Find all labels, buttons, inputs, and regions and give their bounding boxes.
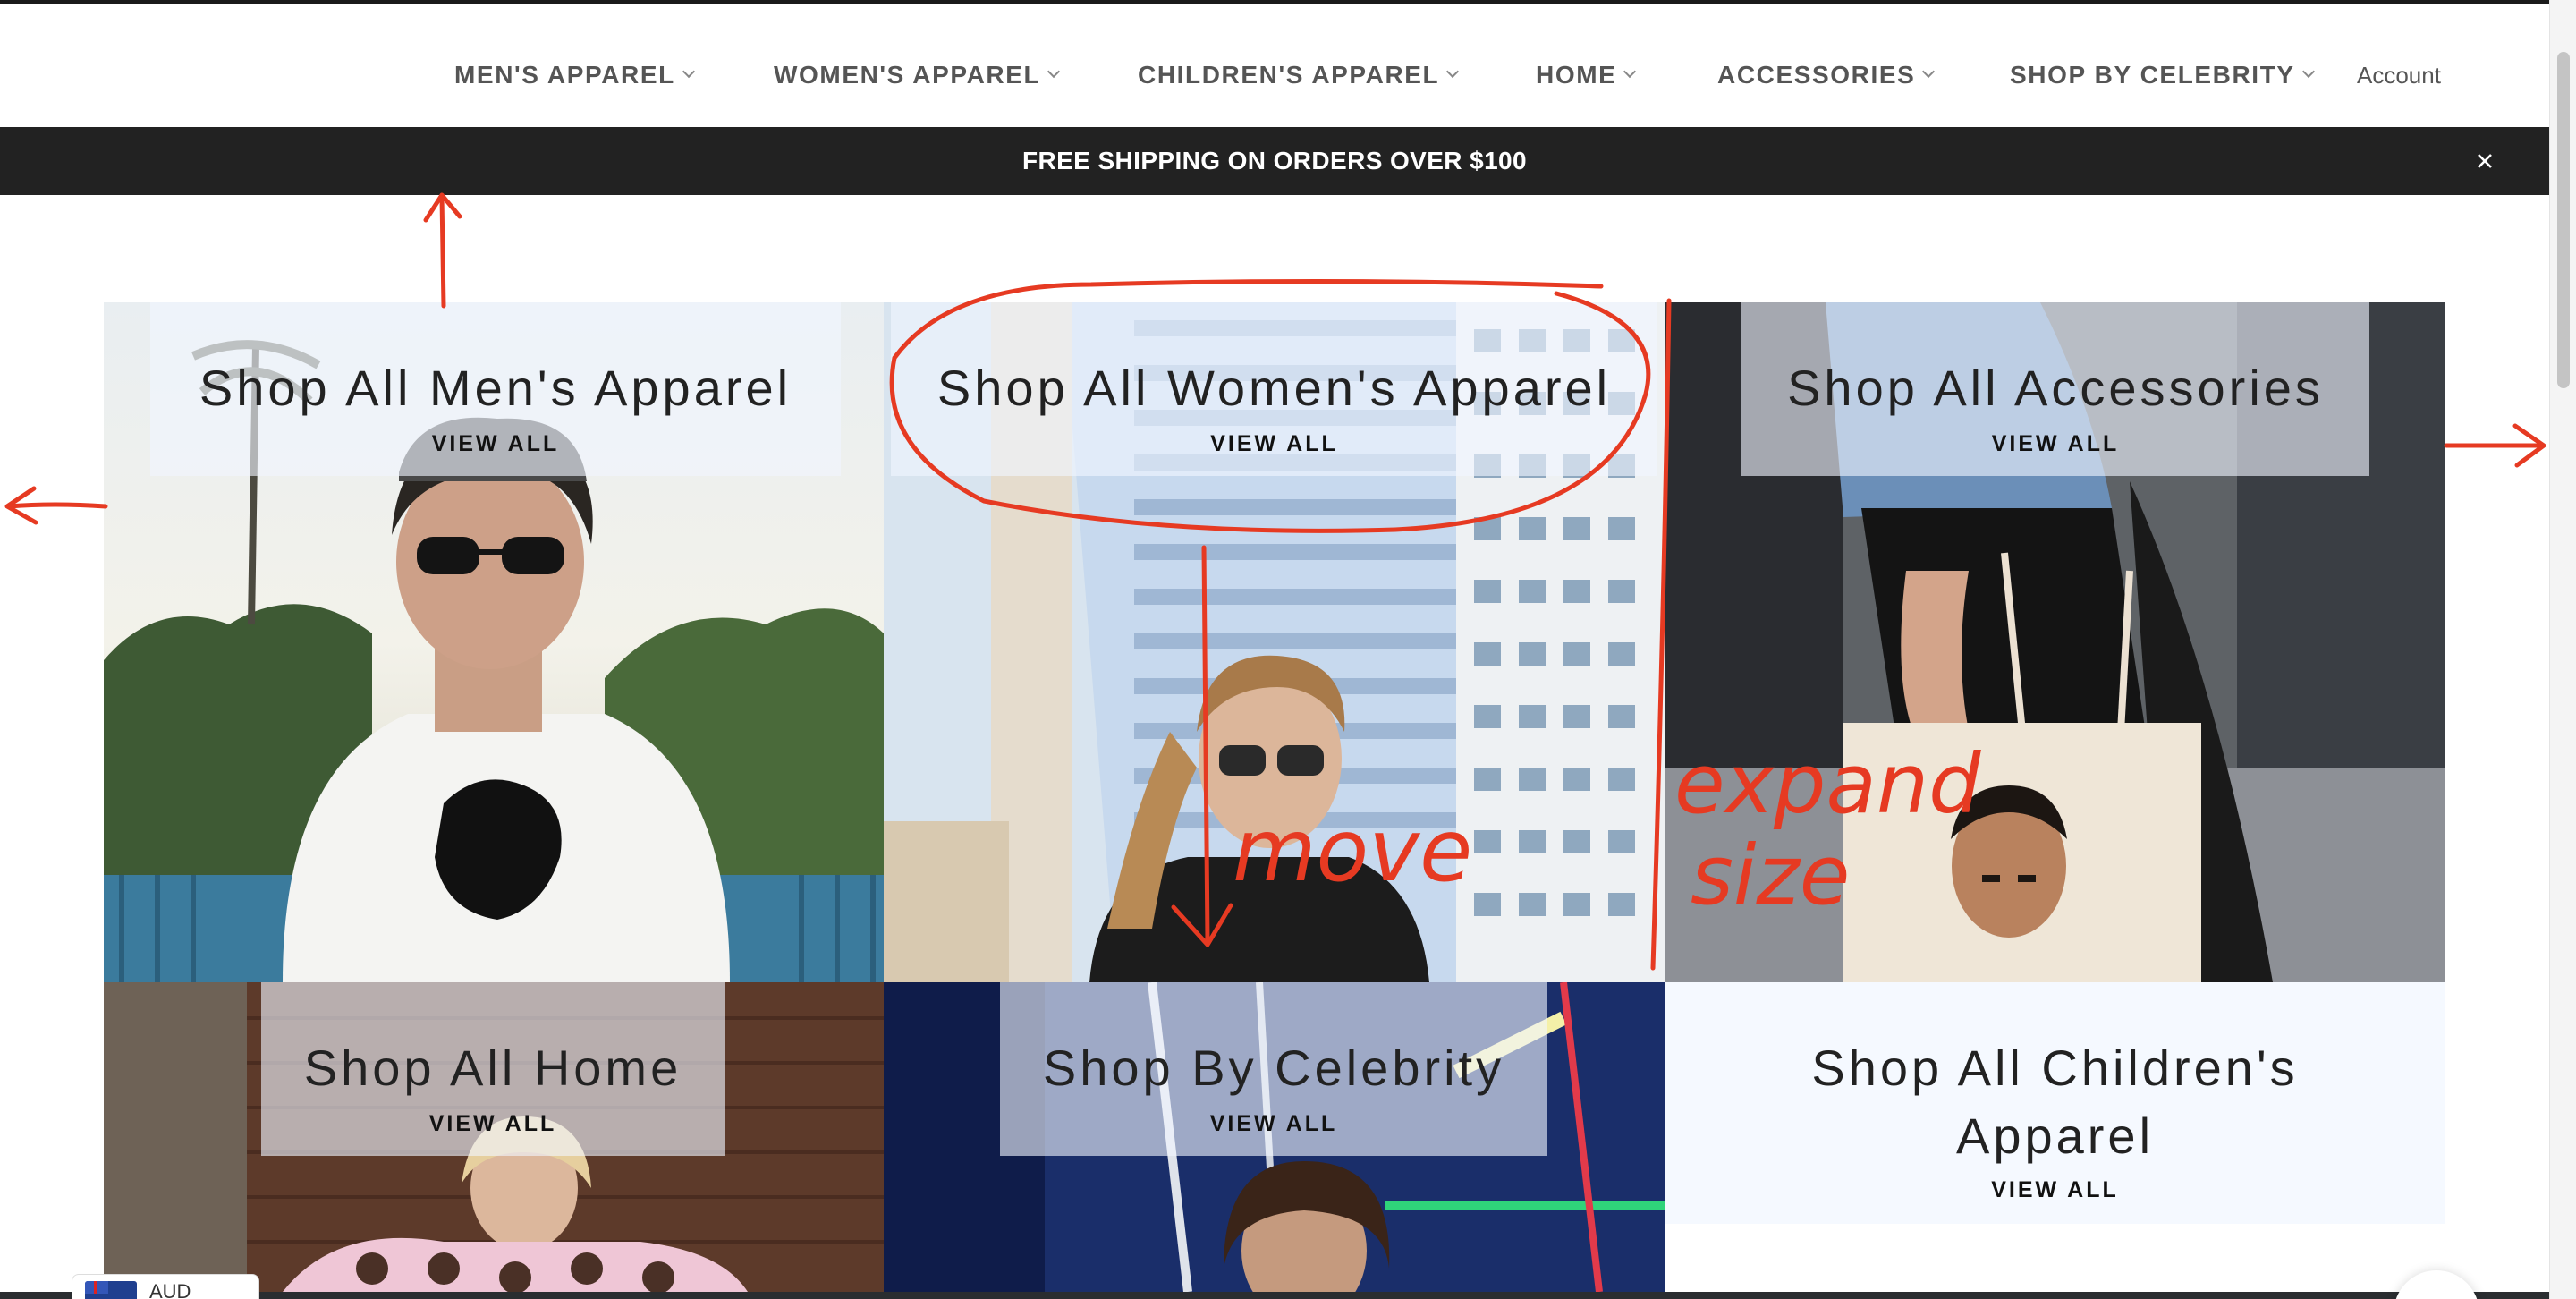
currency-code: AUD xyxy=(149,1280,191,1299)
nav-shop-by-celebrity[interactable]: SHOP BY CELEBRITY xyxy=(2010,59,2315,91)
childrens-caption: Shop All Children's Apparel VIEW ALL xyxy=(1665,982,2445,1224)
collection-title: Shop All Children's Apparel xyxy=(1811,1040,2299,1164)
nav-home-label: HOME xyxy=(1536,61,1617,89)
announcement-text: FREE SHIPPING ON ORDERS OVER $100 xyxy=(1021,147,1527,174)
collection-tile-womens[interactable]: Shop All Women's Apparel VIEW ALL xyxy=(884,302,1665,982)
nav-home[interactable]: HOME xyxy=(1536,59,1637,91)
nav-childrens-apparel[interactable]: CHILDREN'S APPAREL xyxy=(1138,59,1460,91)
collection-tile-childrens[interactable]: Shop All Children's Apparel VIEW ALL xyxy=(1665,982,2445,1292)
chevron-down-icon xyxy=(2301,64,2315,79)
view-all-link[interactable]: VIEW ALL xyxy=(261,1111,724,1137)
collection-title: Shop All Women's Apparel xyxy=(936,360,1612,416)
arrow-up-icon xyxy=(439,194,446,309)
womens-caption: Shop All Women's Apparel VIEW ALL xyxy=(891,302,1657,476)
collection-title: Shop By Celebrity xyxy=(1042,1040,1505,1096)
arrow-left-icon xyxy=(6,502,108,509)
chevron-down-icon xyxy=(682,64,695,79)
collection-tile-mens[interactable]: Shop All Men's Apparel VIEW ALL xyxy=(104,302,884,982)
collection-tile-home[interactable]: Shop All Home VIEW ALL xyxy=(104,982,884,1292)
announcement-bar: FREE SHIPPING ON ORDERS OVER $100 xyxy=(0,127,2549,195)
nav-womens-apparel-label: WOMEN'S APPAREL xyxy=(774,61,1041,89)
account-link[interactable]: Account xyxy=(2357,59,2441,91)
collection-title: Shop All Home xyxy=(303,1040,682,1096)
view-all-link[interactable]: VIEW ALL xyxy=(150,431,841,457)
nav-shop-by-celebrity-label: SHOP BY CELEBRITY xyxy=(2010,61,2295,89)
mens-caption: Shop All Men's Apparel VIEW ALL xyxy=(150,302,841,476)
nav-mens-apparel-label: MEN'S APPAREL xyxy=(454,61,675,89)
nav-accessories[interactable]: ACCESSORIES xyxy=(1717,59,1936,91)
scrollbar-thumb[interactable] xyxy=(2557,52,2570,388)
celebrity-caption: Shop By Celebrity VIEW ALL xyxy=(1000,982,1547,1156)
nav-childrens-apparel-label: CHILDREN'S APPAREL xyxy=(1138,61,1440,89)
chevron-down-icon xyxy=(1446,64,1460,79)
collection-tile-accessories[interactable]: Shop All Accessories VIEW ALL xyxy=(1665,302,2445,982)
bottom-bar xyxy=(0,1292,2549,1299)
home-caption: Shop All Home VIEW ALL xyxy=(261,982,724,1156)
collection-title: Shop All Accessories xyxy=(1787,360,2324,416)
chevron-down-icon xyxy=(1922,64,1936,79)
view-all-link[interactable]: VIEW ALL xyxy=(1000,1111,1547,1137)
nav-accessories-label: ACCESSORIES xyxy=(1717,61,1916,89)
collection-tile-celebrity[interactable]: Shop By Celebrity VIEW ALL xyxy=(884,982,1665,1292)
view-all-link[interactable]: VIEW ALL xyxy=(1741,431,2369,457)
collection-title: Shop All Men's Apparel xyxy=(199,360,792,416)
view-all-link[interactable]: VIEW ALL xyxy=(891,431,1657,457)
nav-womens-apparel[interactable]: WOMEN'S APPAREL xyxy=(774,59,1061,91)
accessories-caption: Shop All Accessories VIEW ALL xyxy=(1741,302,2369,476)
chevron-down-icon xyxy=(1623,64,1637,79)
view-all-link[interactable]: VIEW ALL xyxy=(1665,1177,2445,1203)
page-scrollbar[interactable] xyxy=(2549,0,2576,1299)
close-icon[interactable] xyxy=(2470,147,2499,175)
australia-flag-icon xyxy=(85,1281,137,1299)
nav-mens-apparel[interactable]: MEN'S APPAREL xyxy=(454,59,695,91)
currency-selector[interactable]: AUD xyxy=(72,1274,259,1299)
chevron-down-icon xyxy=(1047,64,1061,79)
main-navigation: MEN'S APPAREL WOMEN'S APPAREL CHILDREN'S… xyxy=(0,4,2549,127)
